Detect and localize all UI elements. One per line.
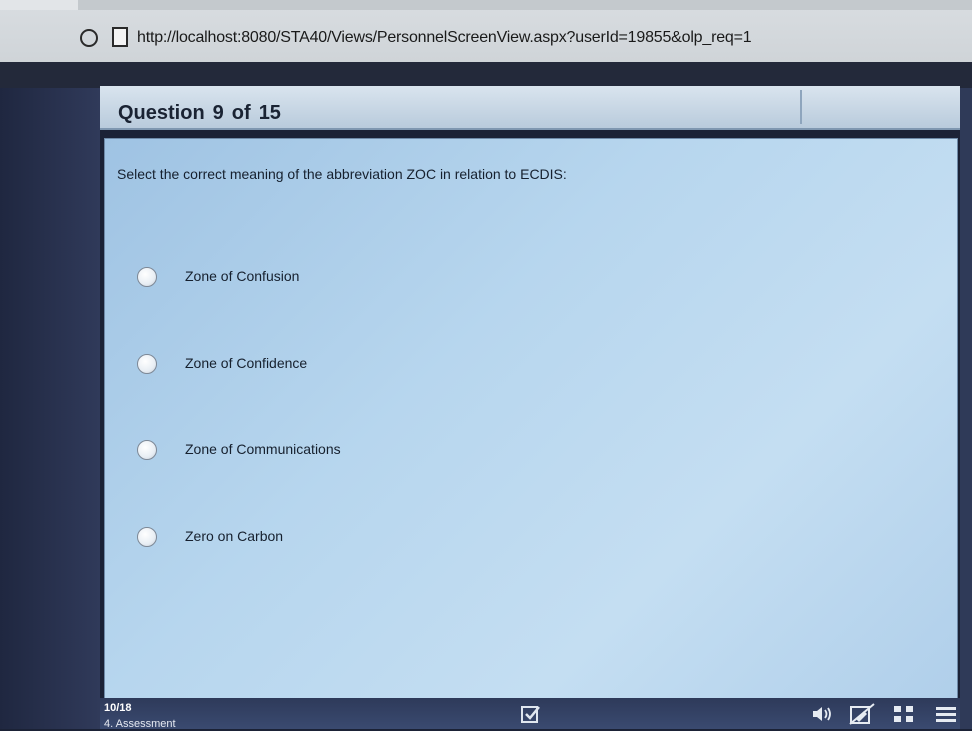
question-prefix: Question	[118, 102, 205, 124]
answer-option-4[interactable]: Zero on Carbon	[137, 525, 537, 549]
menu-icon[interactable]	[934, 704, 958, 724]
answer-label: Zero on Carbon	[185, 528, 284, 544]
radio-button[interactable]	[137, 440, 157, 460]
answer-option-1[interactable]: Zone of Confusion	[137, 265, 537, 289]
refresh-icon[interactable]	[80, 29, 98, 47]
fullscreen-icon[interactable]	[892, 704, 916, 724]
header-divider	[800, 90, 802, 124]
browser-address-bar: http://localhost:8080/STA40/Views/Person…	[0, 0, 972, 62]
progress-counter: 10/18	[104, 702, 132, 714]
radio-button[interactable]	[137, 267, 157, 287]
answer-label: Zone of Communications	[185, 441, 341, 457]
browser-tab[interactable]	[0, 0, 78, 10]
left-margin	[0, 88, 100, 729]
section-label: 4. Assessment	[104, 718, 176, 730]
question-of-label: of	[231, 102, 251, 124]
question-counter: Question 9 of 15	[118, 102, 289, 125]
flag-icon[interactable]	[848, 702, 876, 726]
radio-button[interactable]	[137, 527, 157, 547]
window-band	[0, 62, 972, 88]
answer-label: Zone of Confidence	[185, 355, 308, 371]
question-panel: Select the correct meaning of the abbrev…	[104, 138, 958, 700]
review-icon[interactable]	[520, 704, 542, 724]
url-field[interactable]: http://localhost:8080/STA40/Views/Person…	[137, 29, 752, 47]
answer-option-2[interactable]: Zone of Confidence	[137, 352, 537, 376]
radio-button[interactable]	[137, 354, 157, 374]
answer-option-3[interactable]: Zone of Communications	[137, 438, 537, 462]
question-header: Question 9 of 15	[100, 86, 960, 130]
bottom-toolbar: 10/18 4. Assessment	[100, 698, 960, 730]
question-number: 9	[212, 102, 224, 124]
page-icon	[112, 27, 128, 47]
sound-icon[interactable]	[810, 704, 834, 724]
right-margin	[960, 88, 972, 729]
tab-strip	[0, 0, 972, 10]
question-total: 15	[258, 102, 281, 124]
answer-label: Zone of Confusion	[185, 268, 300, 284]
question-text: Select the correct meaning of the abbrev…	[117, 166, 567, 182]
